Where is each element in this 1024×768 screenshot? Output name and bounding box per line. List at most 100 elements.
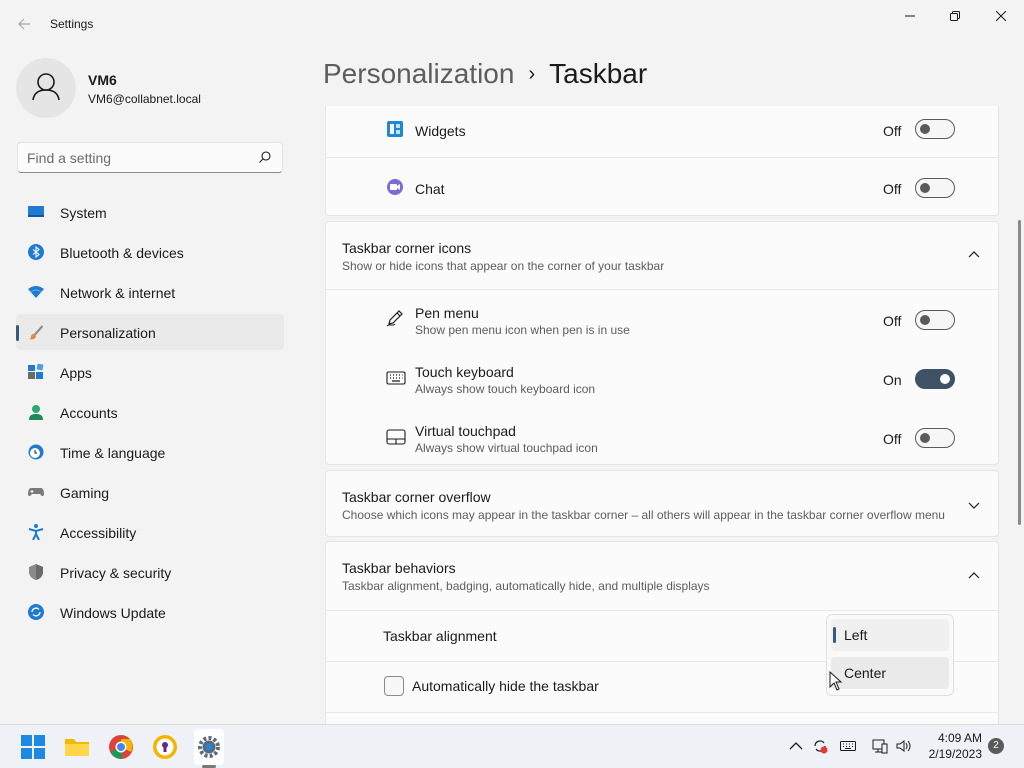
chat-icon	[387, 179, 403, 195]
network-icon[interactable]	[872, 738, 888, 754]
update-icon	[28, 604, 44, 620]
sidebar-item-label: System	[60, 205, 107, 221]
search-input[interactable]: Find a setting	[27, 150, 111, 166]
pen-menu-toggle[interactable]	[915, 310, 955, 330]
alignment-option-left[interactable]: Left	[831, 619, 949, 651]
keyboard-icon[interactable]	[840, 738, 856, 754]
clock-date[interactable]: 2/19/2023	[920, 747, 982, 761]
person-icon	[32, 73, 60, 101]
back-button[interactable]	[12, 12, 36, 36]
file-explorer-icon[interactable]	[63, 733, 91, 761]
toggle-state-text: Off	[883, 181, 902, 197]
setting-label: Taskbar alignment	[383, 628, 497, 644]
chevron-up-icon[interactable]	[968, 570, 980, 582]
chevron-up-icon[interactable]	[968, 249, 980, 261]
notification-badge[interactable]: 2	[988, 738, 1004, 754]
setting-row-chat[interactable]: Chat Off	[326, 158, 1000, 216]
taskbar-corner-overflow-card[interactable]: Taskbar corner overflow Choose which ico…	[325, 470, 999, 537]
user-profile[interactable]: VM6 VM6@collabnet.local	[16, 58, 296, 118]
sidebar-item-windows-update[interactable]: Windows Update	[16, 594, 284, 630]
user-email: VM6@collabnet.local	[88, 92, 201, 106]
brush-icon	[29, 325, 43, 340]
sidebar-item-label: Privacy & security	[60, 565, 172, 581]
autohide-checkbox[interactable]	[384, 676, 404, 696]
close-icon	[995, 10, 1007, 22]
setting-row-virtual-touchpad[interactable]: Virtual touchpad Always show virtual tou…	[326, 408, 1000, 466]
setting-row-touch-keyboard[interactable]: Touch keyboard Always show touch keyboar…	[326, 349, 1000, 407]
search-icon	[259, 151, 271, 163]
setting-row-pen-menu[interactable]: Pen menu Show pen menu icon when pen is …	[326, 290, 1000, 348]
setting-description: Always show virtual touchpad icon	[415, 441, 598, 455]
widgets-icon	[387, 121, 403, 137]
widgets-toggle[interactable]	[915, 119, 955, 139]
volume-icon[interactable]	[896, 738, 912, 754]
sidebar-item-label: Accounts	[60, 405, 118, 421]
sidebar-item-gaming[interactable]: Gaming	[16, 474, 284, 510]
sidebar-item-system[interactable]: System	[16, 194, 284, 230]
setting-label: Widgets	[415, 123, 466, 139]
toggle-state-text: On	[883, 372, 902, 388]
sidebar-item-label: Windows Update	[60, 605, 166, 621]
start-icon[interactable]	[19, 733, 47, 761]
sidebar-item-label: Apps	[60, 365, 92, 381]
clock-time[interactable]: 4:09 AM	[930, 731, 982, 745]
windows-taskbar: 4:09 AM 2/19/2023 2	[0, 724, 1024, 768]
sidebar-item-accessibility[interactable]: Accessibility	[16, 514, 284, 550]
setting-description: Show pen menu icon when pen is in use	[415, 323, 630, 337]
close-button[interactable]	[978, 0, 1024, 32]
section-header-behaviors[interactable]: Taskbar behaviors Taskbar alignment, bad…	[326, 542, 1000, 610]
page-title: Taskbar	[549, 58, 648, 89]
sidebar-item-privacy-security[interactable]: Privacy & security	[16, 554, 284, 590]
restore-button[interactable]	[932, 0, 978, 32]
minimize-icon	[905, 15, 915, 17]
chevron-up-icon[interactable]	[788, 738, 804, 754]
bluetooth-icon	[28, 244, 44, 260]
toggle-state-text: Off	[883, 313, 902, 329]
sidebar-item-label: Time & language	[60, 445, 166, 461]
accessibility-icon	[28, 524, 44, 540]
search-box[interactable]: Find a setting	[17, 142, 283, 173]
sidebar-item-label: Personalization	[60, 325, 156, 341]
scrollbar[interactable]	[1018, 220, 1021, 525]
sidebar-item-time-language[interactable]: Time & language	[16, 434, 284, 470]
user-name: VM6	[88, 72, 117, 88]
app-title: Settings	[50, 17, 94, 31]
divider	[326, 712, 1000, 713]
setting-row-widgets[interactable]: Widgets Off	[326, 107, 1000, 157]
option-label: Center	[844, 665, 887, 681]
accounts-icon	[29, 405, 43, 420]
virtual-touchpad-toggle[interactable]	[915, 428, 955, 448]
password-manager-icon[interactable]	[151, 733, 179, 761]
settings-window: Settings VM6 VM6@collabnet.local Find a …	[0, 0, 1024, 724]
breadcrumb-separator: ›	[528, 63, 536, 85]
sidebar-item-bluetooth[interactable]: Bluetooth & devices	[16, 234, 284, 270]
chat-toggle[interactable]	[915, 178, 955, 198]
chrome-icon[interactable]	[107, 733, 135, 761]
sync-icon[interactable]	[812, 738, 828, 754]
sidebar-item-apps[interactable]: Apps	[16, 354, 284, 390]
toggle-state-text: Off	[883, 431, 902, 447]
toggle-state-text: Off	[883, 123, 902, 139]
section-description: Choose which icons may appear in the tas…	[342, 508, 945, 522]
section-title: Taskbar corner icons	[342, 240, 472, 256]
alignment-option-center[interactable]: Center	[831, 657, 949, 689]
sidebar-item-personalization[interactable]: Personalization	[16, 314, 284, 350]
option-label: Left	[844, 627, 868, 643]
touch-keyboard-toggle[interactable]	[915, 369, 955, 389]
minimize-button[interactable]	[887, 0, 933, 32]
shield-icon	[29, 564, 43, 580]
setting-description: Always show touch keyboard icon	[415, 382, 596, 396]
sidebar-item-network[interactable]: Network & internet	[16, 274, 284, 310]
sidebar-item-label: Bluetooth & devices	[60, 245, 184, 261]
section-header-corner-icons[interactable]: Taskbar corner icons Show or hide icons …	[326, 222, 1000, 289]
setting-label: Chat	[415, 181, 445, 197]
sidebar-item-accounts[interactable]: Accounts	[16, 394, 284, 430]
mouse-cursor-icon	[829, 671, 843, 691]
chevron-down-icon[interactable]	[968, 499, 980, 511]
avatar	[16, 58, 76, 118]
alignment-dropdown-menu[interactable]: Left Center	[826, 614, 954, 696]
settings-gear-icon[interactable]	[195, 733, 223, 761]
pen-icon	[386, 310, 403, 327]
breadcrumb-parent[interactable]: Personalization	[323, 58, 514, 89]
taskbar-items-card: Widgets Off Chat Off	[325, 106, 1000, 216]
